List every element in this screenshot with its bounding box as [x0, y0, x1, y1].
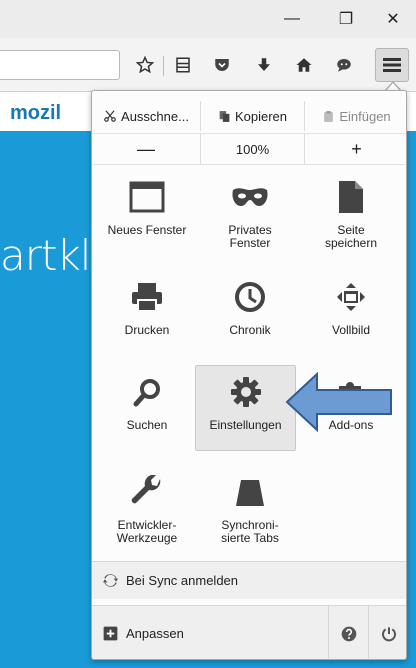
power-icon — [381, 627, 396, 642]
save-page-button[interactable]: Seite speichern — [301, 171, 401, 263]
copy-icon — [219, 110, 230, 122]
sync-icon — [102, 573, 118, 589]
divider — [92, 164, 406, 165]
pocket-icon[interactable] — [210, 53, 234, 77]
save-page-label-2: speichern — [324, 236, 378, 250]
paste-icon — [324, 110, 334, 122]
toolbar-separator — [163, 56, 164, 76]
zoom-controls: — 100% + — [92, 133, 406, 164]
star-icon[interactable] — [133, 53, 157, 77]
home-icon[interactable] — [292, 53, 316, 77]
customize-row: Anpassen — [92, 605, 406, 659]
settings-button[interactable]: Einstellungen — [195, 365, 296, 451]
copy-label: Kopieren — [234, 108, 288, 124]
bookmarks-icon[interactable] — [171, 53, 195, 77]
paste-button[interactable]: Einfügen — [304, 101, 406, 131]
close-button[interactable]: ✕ — [370, 0, 416, 38]
history-button[interactable]: Chronik — [200, 271, 300, 363]
history-label: Chronik — [229, 323, 271, 337]
synced-tabs-button[interactable]: Synchroni- sierte Tabs — [200, 466, 300, 558]
search-label: Suchen — [126, 418, 168, 432]
search-button[interactable]: Suchen — [97, 366, 197, 458]
wrench-icon — [127, 472, 167, 512]
hamburger-menu-button[interactable] — [375, 48, 409, 82]
new-window-button[interactable]: Neues Fenster — [97, 171, 197, 263]
edit-controls: Ausschne... Kopieren Einfügen — [92, 101, 406, 131]
hamburger-menu-icon — [383, 58, 401, 72]
fullscreen-icon — [331, 277, 371, 317]
print-label: Drucken — [124, 323, 170, 337]
private-window-button[interactable]: Privates Fenster — [200, 171, 300, 263]
fullscreen-button[interactable]: Vollbild — [301, 271, 401, 363]
download-icon[interactable] — [252, 53, 276, 77]
scissors-icon — [104, 110, 116, 122]
navigation-toolbar — [0, 38, 416, 92]
fullscreen-label: Vollbild — [331, 323, 371, 337]
cut-label: Ausschne... — [121, 108, 189, 124]
minimize-button[interactable]: — — [269, 0, 315, 38]
copy-button[interactable]: Kopieren — [200, 101, 304, 131]
highlight-arrow — [285, 372, 392, 432]
site-logo-text: mozil — [10, 102, 62, 124]
chat-icon[interactable] — [332, 53, 356, 77]
devtools-label-2: Werkzeuge — [116, 531, 178, 545]
devtools-button[interactable]: Entwickler- Werkzeuge — [97, 466, 197, 558]
printer-icon — [127, 277, 167, 317]
paste-label: Einfügen — [339, 108, 391, 124]
zoom-reset-button[interactable]: 100% — [200, 134, 304, 164]
clock-icon — [230, 277, 270, 317]
help-button[interactable] — [328, 606, 368, 659]
sync-signin-row[interactable]: Bei Sync anmelden — [92, 561, 406, 599]
zoom-in-button[interactable]: + — [304, 134, 406, 164]
maximize-button[interactable]: ❐ — [323, 0, 369, 38]
mask-icon — [230, 177, 270, 217]
title-bar: — ❐ ✕ — [0, 0, 416, 38]
page-hero-text: artkl — [0, 231, 91, 280]
zoom-out-button[interactable]: — — [92, 134, 200, 164]
settings-label: Einstellungen — [209, 418, 282, 432]
search-icon — [127, 372, 167, 412]
print-button[interactable]: Drucken — [97, 271, 197, 363]
new-window-label: Neues Fenster — [107, 223, 187, 237]
sync-signin-label: Bei Sync anmelden — [126, 573, 239, 588]
url-bar[interactable] — [0, 50, 120, 80]
plus-box-icon — [102, 626, 118, 642]
gear-icon — [226, 372, 266, 412]
cut-button[interactable]: Ausschne... — [92, 101, 200, 131]
private-window-label-2: Fenster — [229, 236, 271, 250]
customize-button[interactable]: Anpassen — [126, 626, 184, 641]
synced-tabs-icon — [230, 472, 270, 512]
window-icon — [127, 177, 167, 217]
help-icon — [341, 626, 356, 642]
page-icon — [331, 177, 371, 217]
quit-button[interactable] — [368, 606, 406, 659]
synced-tabs-label-2: sierte Tabs — [221, 531, 279, 545]
